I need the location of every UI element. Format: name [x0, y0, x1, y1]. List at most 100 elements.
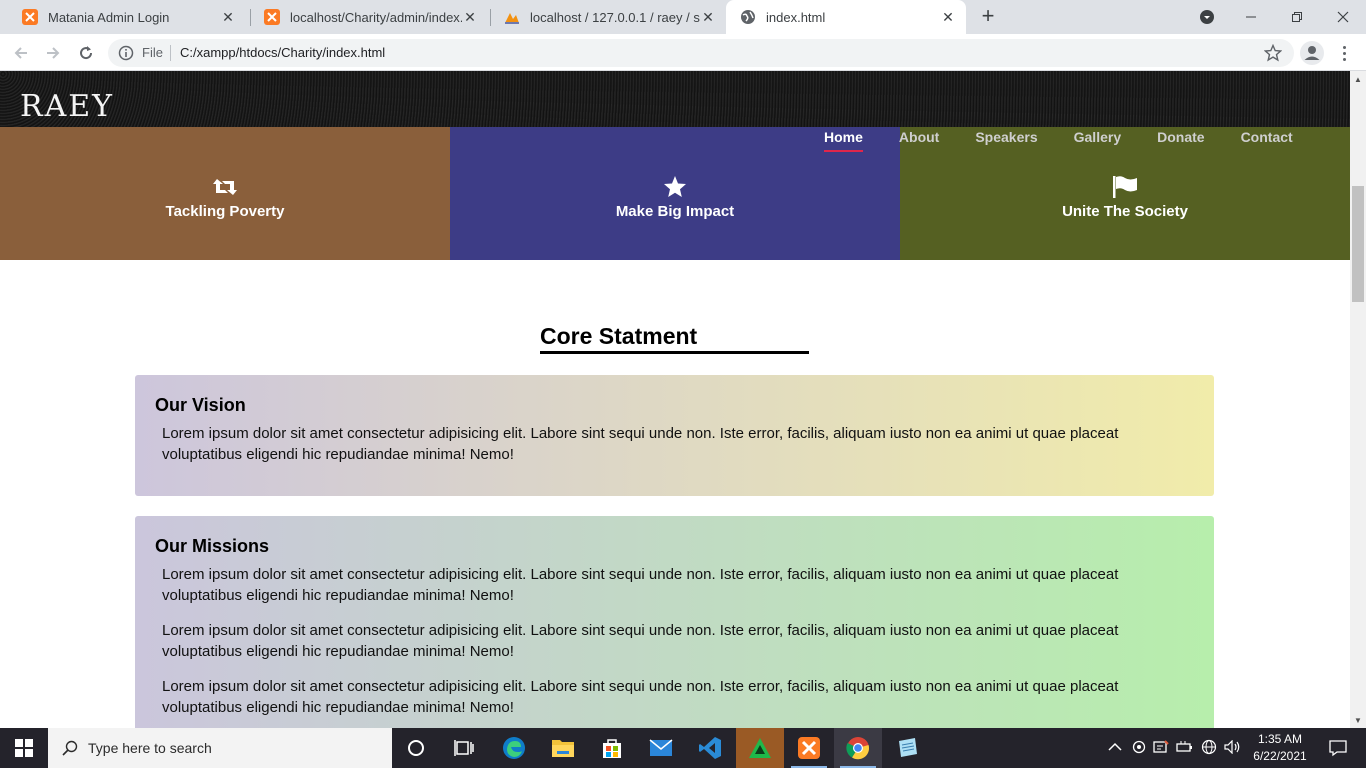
vscode-button[interactable] — [686, 728, 734, 768]
back-button[interactable] — [8, 40, 34, 66]
arrow-right-icon — [47, 47, 60, 59]
taskbar-clock[interactable]: 1:35 AM 6/22/2021 — [1243, 731, 1317, 765]
nav-gallery[interactable]: Gallery — [1056, 127, 1139, 155]
network-drive-icon[interactable] — [1153, 739, 1169, 757]
task-view-button[interactable] — [440, 728, 488, 768]
arrow-left-icon — [14, 47, 27, 59]
edge-button[interactable] — [490, 728, 538, 768]
xampp-button[interactable] — [785, 728, 833, 768]
minimize-icon — [1246, 16, 1256, 18]
mission-paragraph: Lorem ipsum dolor sit amet consectetur a… — [162, 622, 1119, 660]
reload-icon — [80, 46, 93, 60]
notepad-button[interactable] — [883, 728, 931, 768]
profile-avatar[interactable] — [1300, 41, 1324, 65]
vision-title: Our Vision — [155, 395, 246, 415]
missions-card: Our Missions Lorem ipsum dolor sit amet … — [135, 516, 1214, 728]
file-explorer-icon — [552, 740, 574, 757]
volume-icon[interactable] — [1224, 739, 1242, 757]
bookmark-star-icon[interactable] — [1264, 44, 1282, 62]
edge-icon — [503, 737, 525, 759]
xampp-icon — [22, 9, 38, 25]
close-window-button[interactable] — [1320, 0, 1366, 34]
vision-text: Lorem ipsum dolor sit amet consectetur a… — [162, 425, 1119, 463]
mail-button[interactable] — [637, 728, 685, 768]
windows-taskbar: Type here to search 1:35 AM 6/22/2021 — [0, 728, 1366, 768]
windows-icon — [15, 739, 33, 757]
file-explorer-button[interactable] — [539, 728, 587, 768]
taskbar-search-box[interactable]: Type here to search — [48, 728, 392, 768]
retweet-icon — [213, 179, 237, 195]
forward-button[interactable] — [40, 40, 66, 66]
reload-button[interactable] — [73, 40, 99, 66]
meet-now-icon[interactable] — [1132, 740, 1146, 757]
battery-plug-icon[interactable] — [1176, 740, 1194, 757]
new-tab-button[interactable]: + — [976, 5, 1000, 29]
feature-label: Make Big Impact — [615, 203, 735, 220]
phpmyadmin-icon — [505, 13, 519, 24]
vscode-icon — [699, 737, 721, 759]
chevron-up-icon[interactable] — [1108, 741, 1122, 755]
page-viewport: RAEY Tackling Poverty Make Big Impact Un… — [0, 71, 1350, 728]
minimize-button[interactable] — [1228, 0, 1274, 34]
scheme-label: File — [142, 45, 163, 60]
page-scrollbar[interactable]: ▲ ▼ — [1350, 71, 1366, 728]
nav-contact[interactable]: Contact — [1223, 127, 1311, 155]
mission-paragraph: Lorem ipsum dolor sit amet consectetur a… — [162, 566, 1119, 604]
browser-toolbar: File C:/xampp/htdocs/Charity/index.html — [0, 34, 1366, 71]
green-app-icon — [749, 738, 771, 758]
tab-matania-admin-login[interactable]: Matania Admin Login ✕ — [8, 0, 246, 34]
chevron-down-icon — [1200, 10, 1214, 24]
clock-time: 1:35 AM — [1257, 732, 1303, 746]
search-icon — [62, 740, 78, 756]
tab-title: localhost/Charity/admin/index.ph — [290, 9, 462, 25]
info-icon[interactable] — [118, 45, 134, 61]
nav-donate[interactable]: Donate — [1139, 127, 1222, 155]
nav-home[interactable]: Home — [806, 127, 881, 155]
search-placeholder: Type here to search — [88, 740, 212, 756]
close-icon — [1337, 11, 1349, 23]
flag-icon — [1113, 176, 1137, 198]
nav-about[interactable]: About — [881, 127, 957, 155]
restore-button[interactable] — [1274, 0, 1320, 34]
person-icon — [1304, 46, 1320, 60]
mail-icon — [649, 739, 673, 756]
clock-date: 6/22/2021 — [1253, 749, 1307, 763]
feature-tackling-poverty: Tackling Poverty — [0, 127, 450, 260]
chrome-icon — [846, 737, 870, 760]
chrome-button[interactable] — [834, 728, 882, 768]
scroll-down-arrow[interactable]: ▼ — [1350, 712, 1366, 728]
tab-phpmyadmin[interactable]: localhost / 127.0.0.1 / raey / story ✕ — [490, 0, 726, 34]
main-nav: Home About Speakers Gallery Donate Conta… — [806, 127, 1311, 155]
close-icon[interactable]: ✕ — [940, 9, 956, 26]
divider — [170, 45, 171, 61]
start-button[interactable] — [0, 728, 48, 768]
mission-paragraph: Lorem ipsum dolor sit amet consectetur a… — [162, 678, 1119, 716]
scroll-up-arrow[interactable]: ▲ — [1350, 71, 1366, 87]
address-bar[interactable]: File C:/xampp/htdocs/Charity/index.html — [108, 39, 1294, 67]
close-icon[interactable]: ✕ — [462, 9, 478, 26]
section-title: Core Statment — [540, 323, 698, 349]
notepad-icon — [899, 738, 917, 757]
action-center-button[interactable] — [1318, 728, 1358, 768]
tab-search-button[interactable] — [1184, 0, 1230, 34]
site-logo[interactable]: RAEY — [20, 89, 114, 124]
browser-menu-button[interactable] — [1334, 42, 1354, 64]
green-app-button[interactable] — [736, 728, 784, 768]
xampp-icon — [798, 737, 820, 759]
nav-speakers[interactable]: Speakers — [957, 127, 1055, 155]
scrollbar-thumb[interactable] — [1352, 186, 1364, 302]
store-button[interactable] — [588, 728, 636, 768]
close-icon[interactable]: ✕ — [700, 9, 716, 26]
cortana-button[interactable] — [392, 728, 440, 768]
tab-title: Matania Admin Login — [48, 9, 170, 25]
globe-icon[interactable] — [1201, 739, 1217, 758]
star-icon — [664, 176, 686, 197]
tab-charity-admin[interactable]: localhost/Charity/admin/index.ph ✕ — [250, 0, 488, 34]
tab-index-html[interactable]: index.html ✕ — [726, 0, 966, 34]
hero-banner: RAEY — [0, 71, 1350, 127]
restore-icon — [1292, 12, 1302, 22]
title-underline — [540, 351, 809, 354]
url-text[interactable]: C:/xampp/htdocs/Charity/index.html — [180, 45, 385, 60]
tab-title: localhost / 127.0.0.1 / raey / story — [530, 9, 700, 25]
close-icon[interactable]: ✕ — [220, 9, 236, 26]
